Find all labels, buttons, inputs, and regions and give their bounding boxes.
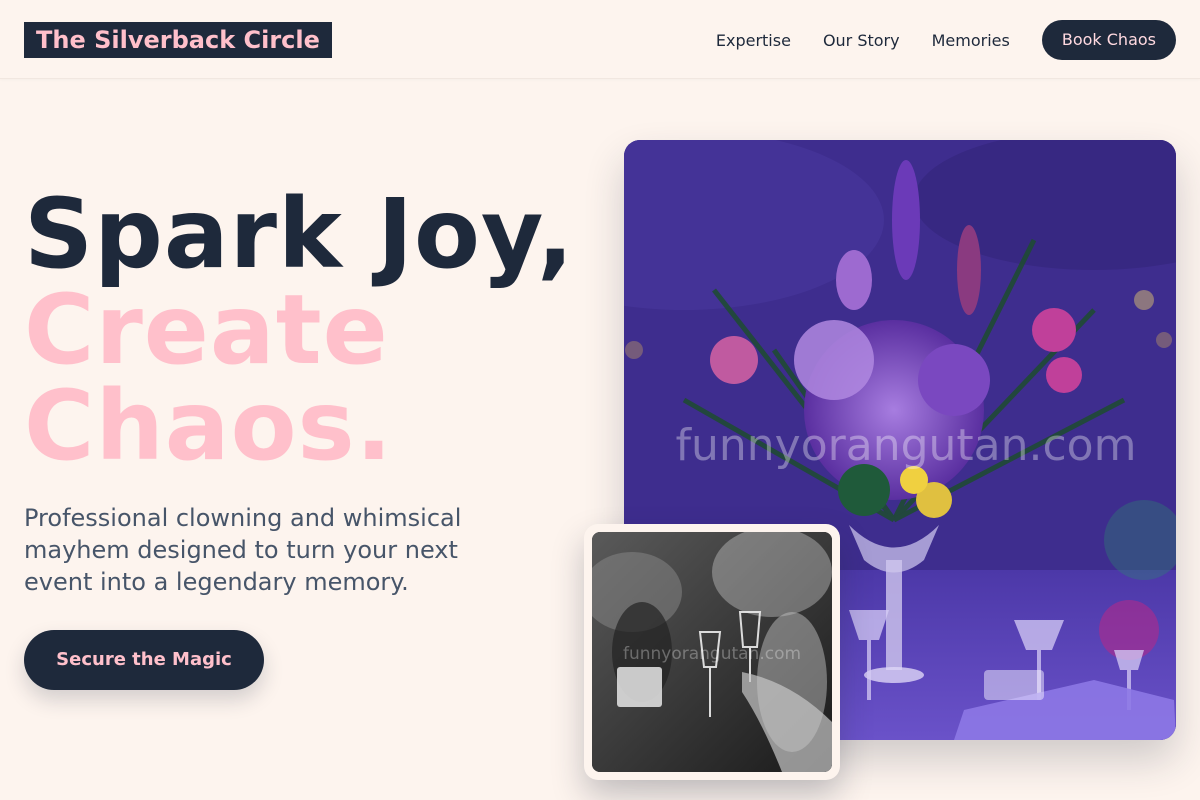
headline-line-1: Spark Joy, xyxy=(24,178,575,290)
main-nav: Expertise Our Story Memories Book Chaos xyxy=(716,20,1176,60)
headline-line-3: Chaos. xyxy=(24,370,394,482)
book-chaos-button[interactable]: Book Chaos xyxy=(1041,20,1176,60)
main-image-watermark: funnyorangutan.com xyxy=(675,420,1137,471)
nav-link-our-story[interactable]: Our Story xyxy=(823,31,900,50)
hero-headline: Spark Joy, Create Chaos. xyxy=(24,186,575,474)
nav-link-expertise[interactable]: Expertise xyxy=(716,31,791,50)
headline-line-2: Create xyxy=(24,274,389,386)
inset-photo: funnyorangutan.com xyxy=(592,532,832,772)
inset-image-watermark: funnyorangutan.com xyxy=(622,644,802,664)
nav-link-memories[interactable]: Memories xyxy=(932,31,1010,50)
brand-logo[interactable]: The Silverback Circle xyxy=(24,22,332,58)
hero-subtext: Professional clowning and whimsical mayh… xyxy=(24,504,462,596)
secure-the-magic-button[interactable]: Secure the Magic xyxy=(24,630,264,690)
site-header: The Silverback Circle Expertise Our Stor… xyxy=(0,0,1200,79)
inset-photo-frame: funnyorangutan.com xyxy=(584,524,840,780)
